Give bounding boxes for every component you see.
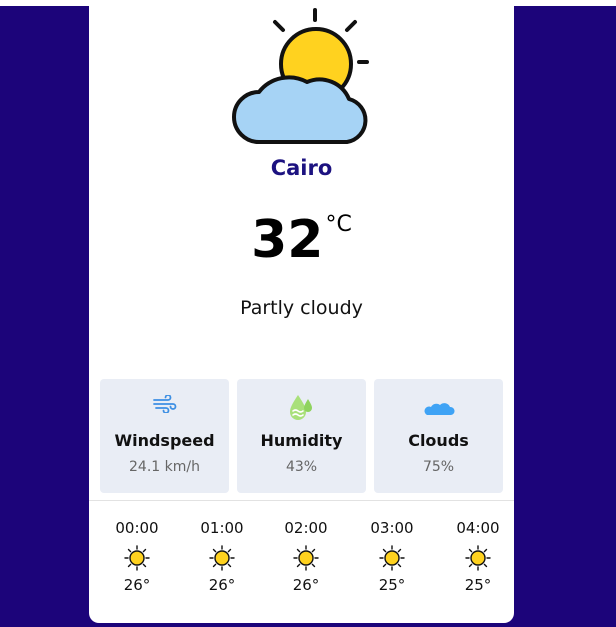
sun-icon bbox=[293, 545, 319, 571]
sun-icon bbox=[209, 545, 235, 571]
hour-time: 01:00 bbox=[200, 519, 244, 537]
humidity-icon bbox=[289, 395, 312, 420]
stat-card-humidity: Humidity 43% bbox=[237, 379, 366, 493]
weather-card: Cairo 32°C Partly cloudy Windspeed 24.1 … bbox=[89, 0, 514, 623]
hour-temp: 26° bbox=[292, 576, 320, 594]
sun-icon bbox=[124, 545, 150, 571]
temperature-value: 32 bbox=[251, 210, 324, 270]
hour-time: 00:00 bbox=[115, 519, 159, 537]
condition-text: Partly cloudy bbox=[240, 297, 363, 319]
hour-temp: 25° bbox=[464, 576, 492, 594]
stat-label: Clouds bbox=[408, 431, 469, 450]
hour-time: 03:00 bbox=[370, 519, 414, 537]
hour-temp: 26° bbox=[208, 576, 236, 594]
hourly-item: 02:00 26° bbox=[276, 518, 336, 594]
cloud-icon bbox=[424, 403, 455, 415]
stat-value: 75% bbox=[422, 459, 455, 475]
hour-time: 02:00 bbox=[284, 519, 328, 537]
divider bbox=[89, 500, 514, 501]
city-name: Cairo bbox=[270, 156, 333, 180]
stat-card-windspeed: Windspeed 24.1 km/h bbox=[100, 379, 229, 493]
partly-cloudy-icon bbox=[232, 8, 369, 144]
hourly-forecast: 00:00 26° 01:00 26° 02:00 26° 03:00 25° … bbox=[89, 518, 514, 608]
stats-row: Windspeed 24.1 km/h Humidity 43% Clouds … bbox=[100, 379, 503, 493]
hour-time: 04:00 bbox=[456, 519, 500, 537]
stat-card-clouds: Clouds 75% bbox=[374, 379, 503, 493]
hourly-item: 00:00 26° bbox=[107, 518, 167, 594]
wind-icon bbox=[152, 395, 176, 413]
stat-value: 24.1 km/h bbox=[129, 459, 200, 475]
stat-label: Windspeed bbox=[114, 431, 215, 450]
hourly-item: 04:00 25° bbox=[448, 518, 508, 594]
sun-icon bbox=[465, 545, 491, 571]
stat-value: 43% bbox=[285, 459, 318, 475]
hour-temp: 25° bbox=[378, 576, 406, 594]
hour-temp: 26° bbox=[123, 576, 151, 594]
hourly-item: 03:00 25° bbox=[362, 518, 422, 594]
current-temperature: 32°C bbox=[89, 210, 514, 270]
temperature-unit: °C bbox=[325, 212, 352, 237]
sun-icon bbox=[379, 545, 405, 571]
stat-label: Humidity bbox=[260, 431, 343, 450]
hourly-item: 01:00 26° bbox=[192, 518, 252, 594]
